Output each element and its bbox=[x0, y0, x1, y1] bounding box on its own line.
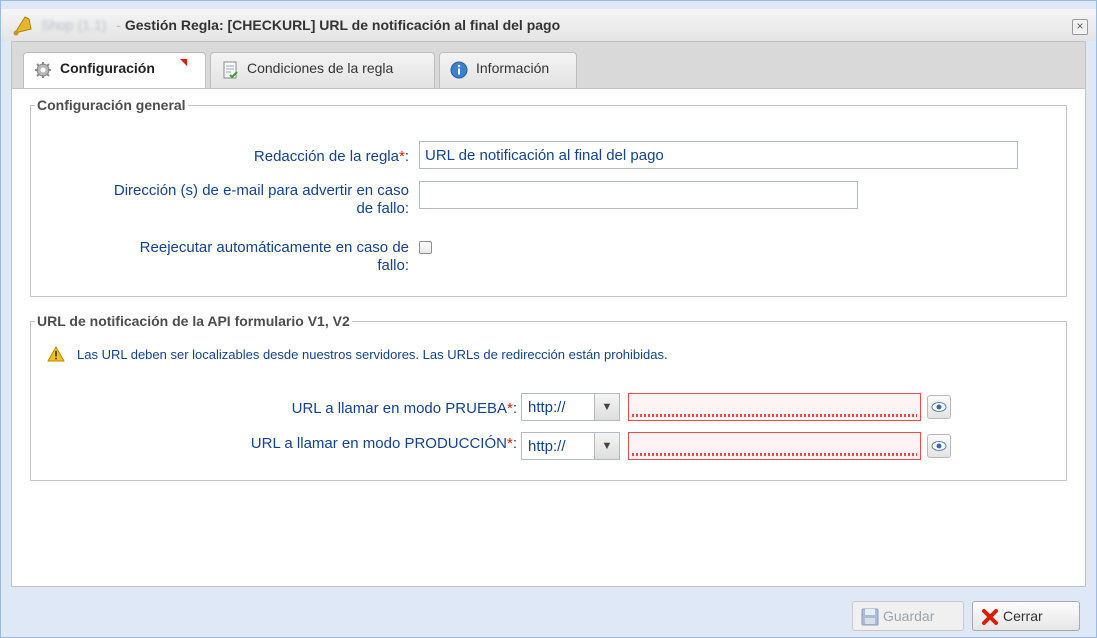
chevron-down-icon[interactable]: ▼ bbox=[594, 433, 619, 459]
general-fieldset: Configuración general Redacción de la re… bbox=[30, 97, 1067, 297]
dialog-titlebar[interactable]: Shop (1.1) - Gestión Regla: [CHECKURL] U… bbox=[1, 9, 1096, 41]
close-icon bbox=[982, 609, 998, 625]
save-button[interactable]: Guardar bbox=[852, 601, 964, 631]
rule-name-input[interactable] bbox=[419, 141, 1018, 169]
chevron-down-icon[interactable]: ▼ bbox=[594, 394, 619, 420]
tab-condiciones[interactable]: Condiciones de la regla bbox=[210, 52, 435, 90]
eye-icon bbox=[931, 441, 947, 451]
prod-url-input[interactable] bbox=[628, 432, 921, 460]
dialog-title: Shop (1.1) - Gestión Regla: [CHECKURL] U… bbox=[41, 17, 560, 33]
retry-checkbox[interactable] bbox=[419, 241, 432, 254]
bell-icon bbox=[13, 16, 32, 36]
save-icon bbox=[861, 608, 879, 626]
config-panel: Configuración general Redacción de la re… bbox=[11, 88, 1086, 587]
prod-url-preview-button[interactable] bbox=[927, 434, 951, 458]
dirty-marker bbox=[180, 59, 187, 66]
tab-label: Configuración bbox=[60, 60, 155, 76]
shop-name: Shop (1.1) bbox=[41, 17, 107, 33]
tab-label: Condiciones de la regla bbox=[247, 60, 394, 76]
test-url-label: URL a llamar en modo PRUEBA*: bbox=[291, 400, 517, 417]
title-main: Gestión Regla: [CHECKURL] URL de notific… bbox=[124, 17, 561, 33]
info-icon bbox=[450, 61, 468, 79]
test-url-preview-button[interactable] bbox=[927, 395, 951, 419]
retry-label: Reejecutar automáticamente en caso de fa… bbox=[139, 239, 409, 274]
rule-name-label: Redacción de la regla*: bbox=[253, 148, 409, 165]
close-icon[interactable]: × bbox=[1072, 19, 1088, 35]
title-separator: - bbox=[112, 17, 125, 33]
invalid-underline bbox=[632, 453, 917, 456]
email-label: Dirección (s) de e-mail para advertir en… bbox=[113, 182, 409, 217]
invalid-underline bbox=[632, 414, 917, 417]
test-protocol-select[interactable]: http:// ▼ bbox=[521, 393, 620, 421]
tab-label: Información bbox=[476, 60, 550, 76]
gear-icon bbox=[35, 62, 51, 78]
warning-icon bbox=[47, 346, 65, 362]
eye-icon bbox=[931, 402, 947, 412]
document-icon bbox=[223, 61, 238, 79]
rule-dialog: Shop (1.1) - Gestión Regla: [CHECKURL] U… bbox=[0, 0, 1097, 638]
protocol-value: http:// bbox=[528, 399, 566, 416]
tab-configuracion[interactable]: Configuración bbox=[23, 52, 206, 92]
protocol-value: http:// bbox=[528, 438, 566, 455]
test-url-input[interactable] bbox=[628, 393, 921, 421]
warning-text: Las URL deben ser localizables desde nue… bbox=[77, 347, 668, 362]
tab-bar: Configuración Condiciones de la regla In… bbox=[11, 41, 1086, 92]
api-fieldset: URL de notificación de la API formulario… bbox=[30, 313, 1067, 481]
prod-url-label: URL a llamar en modo PRODUCCIÓN*: bbox=[250, 435, 517, 452]
general-legend: Configuración general bbox=[37, 97, 186, 113]
prod-protocol-select[interactable]: http:// ▼ bbox=[521, 432, 620, 460]
email-input[interactable] bbox=[419, 181, 858, 209]
tab-informacion[interactable]: Información bbox=[439, 52, 577, 90]
close-button[interactable]: Cerrar bbox=[972, 601, 1080, 631]
api-legend: URL de notificación de la API formulario… bbox=[37, 313, 350, 329]
